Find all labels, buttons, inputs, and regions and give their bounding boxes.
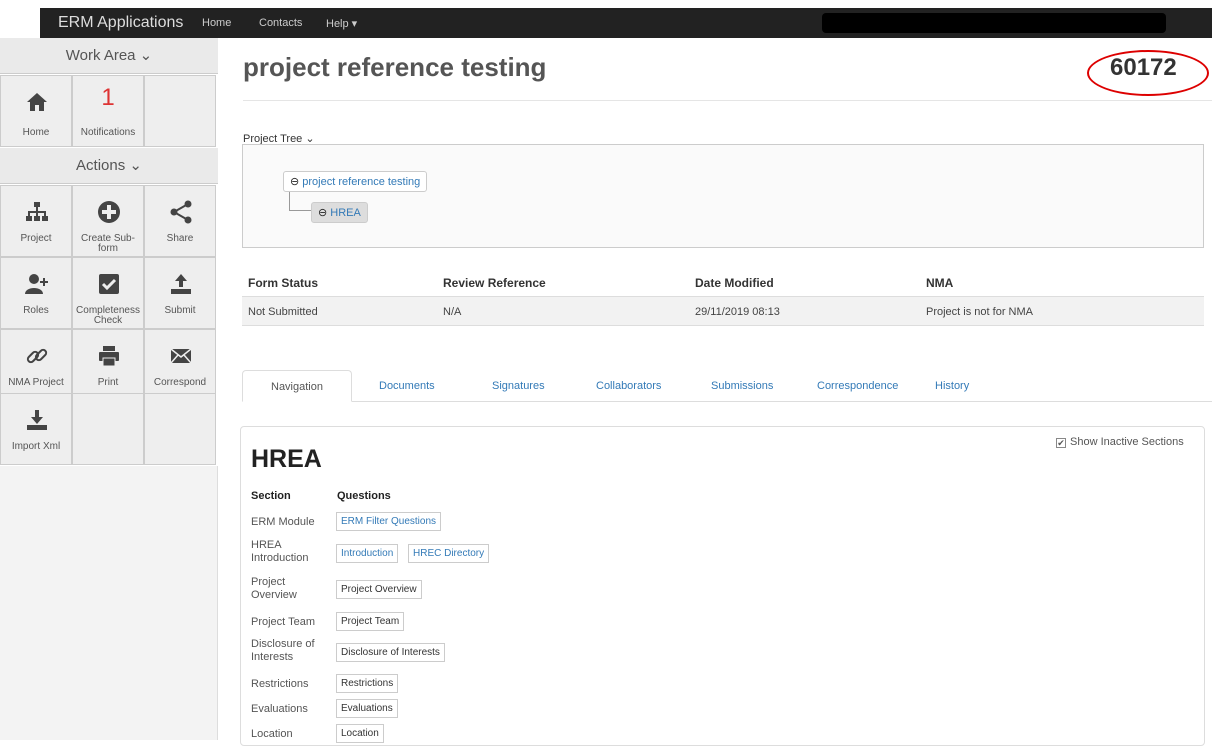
notifications-label: Notifications [80,127,136,138]
section-label: Location [251,728,293,740]
empty-tile [144,393,216,465]
checkbox-icon [99,274,119,294]
roles-tile[interactable]: Roles [0,257,72,329]
redacted-user-area [822,13,1166,33]
nma-project-tile[interactable]: NMA Project [0,329,72,401]
print-tile[interactable]: Print [72,329,144,401]
project-tile[interactable]: Project [0,185,72,257]
submit-tile[interactable]: Submit [144,257,216,329]
col-form-status: Form Status [248,276,319,290]
sitemap-icon [26,202,48,221]
section-label: Project Team [251,616,315,628]
share-tile[interactable]: Share [144,185,216,257]
printer-icon [99,346,119,367]
date-modified-value: 29/11/2019 08:13 [695,306,780,318]
create-subform-label: Create Sub-form [81,233,135,254]
actions-header[interactable]: Actions ⌄ [0,148,218,184]
col-date-modified: Date Modified [695,276,774,290]
section-label: Project Overview [251,576,297,601]
submit-label: Submit [164,305,196,316]
tab-submissions[interactable]: Submissions [711,380,773,392]
question-button[interactable]: Disclosure of Interests [336,643,445,662]
nav-help-menu[interactable]: Help ▾ [326,17,357,30]
link-icon [26,348,48,364]
tabs-divider [242,401,1212,402]
section-label: Evaluations [251,703,308,715]
tree-child-label: HREA [330,207,361,219]
create-subform-tile[interactable]: Create Sub-form [72,185,144,257]
top-navbar: ERM Applications Home Contacts Help ▾ [40,8,1212,38]
app-brand[interactable]: ERM Applications [58,14,183,32]
home-icon [27,93,47,111]
question-button[interactable]: Introduction [336,544,399,563]
sidebar-filler [0,466,218,740]
show-inactive-checkbox[interactable]: ✔ Show Inactive Sections [1056,436,1184,448]
col-review-reference: Review Reference [443,276,546,290]
envelope-icon [170,348,192,364]
question-button[interactable]: Location [336,724,384,743]
nma-value: Project is not for NMA [926,306,1033,318]
work-area-header[interactable]: Work Area ⌄ [0,38,218,74]
tree-root-label: project reference testing [302,176,421,188]
section-label: HREA Introduction [251,539,309,564]
question-button[interactable]: Project Overview [336,580,422,599]
review-reference-value: N/A [443,306,462,318]
correspond-tile[interactable]: Correspond [144,329,216,401]
question-button[interactable]: Project Team [336,612,405,631]
tab-documents[interactable]: Documents [379,380,435,392]
minus-circle-icon: ⊖ [318,207,331,219]
red-annotation-circle [1087,50,1209,96]
section-label: Disclosure of Interests [251,638,315,663]
form-title: HREA [251,445,322,473]
home-tile[interactable]: Home [0,75,72,147]
sidebar: Work Area ⌄ Home 1 Notifications Actions… [0,38,218,740]
tree-node-hrea[interactable]: ⊖ HREA [311,202,368,223]
import-label: Import Xml [11,441,61,452]
share-icon [170,200,192,224]
tab-collaborators[interactable]: Collaborators [596,380,661,392]
section-header: Section [251,490,291,502]
project-tree-panel: ⊖ project reference testing ⊖ HREA [242,144,1204,248]
section-label: Restrictions [251,678,309,690]
question-button[interactable]: Evaluations [336,699,398,718]
section-label: ERM Module [251,516,315,528]
empty-tile [72,393,144,465]
plus-circle-icon [98,201,120,223]
tab-navigation[interactable]: Navigation [242,370,352,402]
add-user-icon [25,274,48,294]
completeness-label: Completeness Check [76,305,140,326]
completeness-check-tile[interactable]: Completeness Check [72,257,144,329]
share-label: Share [166,233,194,244]
question-button[interactable]: Restrictions [336,674,399,693]
correspond-label: Correspond [153,377,207,388]
checkmark-icon: ✔ [1056,438,1066,448]
empty-tile [144,75,216,147]
questions-header: Questions [337,490,391,502]
roles-label: Roles [23,305,49,316]
tab-correspondence[interactable]: Correspondence [817,380,898,392]
form-status-value: Not Submitted [248,306,318,318]
page-title: project reference testing [243,52,547,82]
tree-node-root[interactable]: ⊖ project reference testing [283,171,428,192]
minus-circle-icon: ⊖ [290,176,303,188]
home-label: Home [22,127,50,138]
nma-label: NMA Project [8,377,64,388]
upload-icon [171,274,191,294]
divider [243,100,1212,101]
print-label: Print [97,377,119,388]
import-xml-tile[interactable]: Import Xml [0,393,72,465]
show-inactive-label: Show Inactive Sections [1070,436,1184,448]
question-button[interactable]: HREC Directory [408,544,490,563]
nav-home-link[interactable]: Home [202,17,231,29]
question-button[interactable]: ERM Filter Questions [336,512,442,531]
download-icon [27,410,47,430]
notifications-count: 1 [101,84,115,111]
tab-signatures[interactable]: Signatures [492,380,545,392]
project-label: Project [20,233,52,244]
tab-history[interactable]: History [935,380,969,392]
col-nma: NMA [926,276,954,290]
notifications-tile[interactable]: 1 Notifications [72,75,144,147]
nav-contacts-link[interactable]: Contacts [259,17,302,29]
